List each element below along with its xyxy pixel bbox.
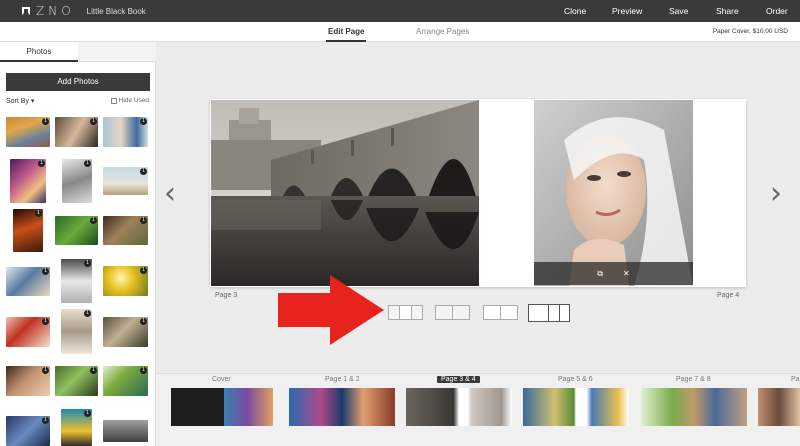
layout-option-selected[interactable] [528,304,570,322]
order-button[interactable]: Order [766,6,788,16]
hide-used-label: Hide Used [118,97,149,104]
previous-page-arrow-icon[interactable]: ‹ [164,176,176,211]
filmstrip-label: Pa [791,376,800,383]
top-bar: ZNO Little Black Book Clone Preview Save… [0,0,800,22]
photo-thumbnail[interactable]: 1 [6,117,50,147]
photo-thumbnail[interactable]: 1 [55,117,98,147]
photo-thumbnail[interactable]: 1 [103,317,148,347]
photo-thumbnail[interactable]: 1 [61,409,92,446]
clone-button[interactable]: Clone [564,6,586,16]
photo-thumbnail[interactable]: 1 [6,366,50,396]
usage-badge: 1 [140,318,147,325]
tab-photos[interactable]: Photos [0,42,78,62]
photo-thumbnail[interactable]: 1 [6,416,50,446]
logo-mark-icon [22,7,30,15]
usage-badge: 1 [35,210,42,217]
filmstrip-spread-cover[interactable] [171,388,273,426]
photo-thumbnail[interactable]: 1 [103,167,148,195]
usage-badge: 1 [140,118,147,125]
photo-thumbnail[interactable]: 1 [55,216,98,245]
filmstrip-label: Page 7 & 8 [676,376,711,383]
preview-button[interactable]: Preview [612,6,642,16]
tab-empty [78,42,156,62]
usage-badge: 1 [90,217,97,224]
filmstrip-label: Page 1 & 2 [325,376,360,383]
photo-thumbnail[interactable]: 1 [10,159,46,203]
usage-badge: 1 [84,410,91,417]
photo-thumbnail[interactable]: 1 [103,117,148,147]
sub-bar: Edit Page Arrange Pages Paper Cover, $10… [0,22,800,42]
page-label-left: Page 3 [215,292,238,299]
usage-badge: 1 [42,417,49,424]
close-icon[interactable]: ✕ [623,269,630,278]
photo-toolbar: ⧉ ✕ [534,262,693,285]
save-button[interactable]: Save [669,6,688,16]
layout-option[interactable] [388,305,423,320]
filmstrip-label: Page 5 & 6 [558,376,593,383]
layout-option[interactable] [483,305,518,320]
filmstrip-label-active: Page 3 & 4 [437,376,480,383]
photo-thumbnail[interactable]: 1 [55,366,98,396]
add-photos-button[interactable]: Add Photos [6,73,150,91]
red-arrow-icon [278,275,384,345]
photo-thumbnail[interactable]: 1 [6,317,50,347]
usage-badge: 1 [38,160,45,167]
usage-badge: 1 [84,160,91,167]
photo-thumbnail[interactable]: 1 [103,266,148,296]
price-label[interactable]: Paper Cover, $10.00 USD [713,28,788,35]
tab-arrange-pages[interactable]: Arrange Pages [416,27,469,36]
page-label-right: Page 4 [717,292,740,299]
usage-badge: 1 [90,367,97,374]
photo-thumbnail[interactable]: 1 [61,259,92,303]
filmstrip-spread-page-7-8[interactable] [641,388,747,426]
next-page-arrow-icon[interactable]: › [770,176,782,211]
sort-by-dropdown[interactable]: Sort By ▾ [6,97,34,105]
portrait-photo[interactable] [534,100,693,286]
filmstrip-spread-page-1-2[interactable] [289,388,395,426]
usage-badge: 1 [42,268,49,275]
usage-badge: 1 [140,367,147,374]
photo-thumbnail[interactable]: 1 [103,366,148,396]
photo-thumbnail[interactable]: 1 [103,216,148,245]
usage-badge: 1 [42,367,49,374]
hide-used-checkbox[interactable] [110,97,117,104]
filmstrip-spread-page-9-10[interactable] [758,388,800,426]
photo-thumbnail[interactable]: 1 [6,267,50,296]
usage-badge: 1 [84,260,91,267]
logo[interactable]: ZNO [22,4,75,18]
usage-badge: 1 [42,318,49,325]
usage-badge: 1 [140,168,147,175]
photo-thumbnail[interactable]: 1 [61,309,92,354]
usage-badge: 1 [140,217,147,224]
usage-badge: 1 [90,118,97,125]
usage-badge: 1 [42,118,49,125]
filmstrip-spread-page-5-6[interactable] [523,388,629,426]
layout-option[interactable] [435,305,470,320]
usage-badge: 1 [140,267,147,274]
crop-icon[interactable]: ⧉ [597,269,603,279]
usage-badge: 1 [84,310,91,317]
logo-text: ZNO [36,4,75,18]
filmstrip-spread-page-3-4[interactable] [406,388,512,426]
filmstrip-label: Cover [212,376,231,383]
tab-edit-page[interactable]: Edit Page [325,27,367,42]
photo-thumbnail[interactable]: 1 [62,159,92,203]
photo-thumbnail[interactable] [103,420,148,442]
hide-used-toggle[interactable]: Hide Used [110,97,149,104]
photo-thumbnail[interactable]: 1 [13,209,43,252]
bridge-photo[interactable] [211,100,479,286]
book-title: Little Black Book [86,6,146,16]
share-button[interactable]: Share [716,6,739,16]
